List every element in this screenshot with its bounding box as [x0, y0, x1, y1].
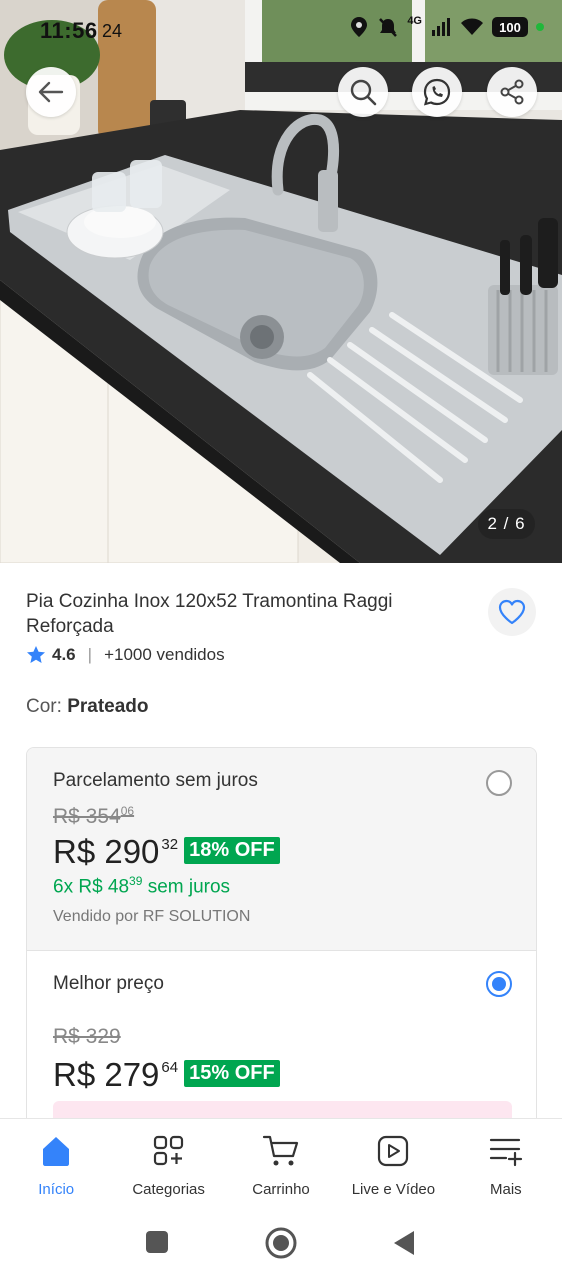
- share-icon: [500, 79, 524, 105]
- whatsapp-share-button[interactable]: [412, 67, 462, 117]
- product-title: Pia Cozinha Inox 120x52 Tramontina Raggi…: [26, 591, 393, 637]
- old-price: R$ 329: [53, 1025, 121, 1048]
- installments-text: 6x R$ 4839 sem juros: [53, 874, 231, 898]
- old-price: R$ 35406: [53, 804, 135, 828]
- nav-label: Mais: [489, 1181, 522, 1198]
- rating-row[interactable]: 4.6 | +1000 vendidos: [26, 645, 225, 665]
- nav-label: Início: [38, 1181, 75, 1198]
- location-icon: [351, 17, 368, 37]
- nav-categories[interactable]: Categorias: [112, 1119, 224, 1210]
- offer-title: Melhor preço: [53, 973, 164, 994]
- search-icon: [350, 79, 377, 106]
- wifi-icon: [461, 18, 483, 35]
- status-time: 11:56: [40, 18, 98, 43]
- recent-apps-button[interactable]: [145, 1230, 169, 1254]
- home-button[interactable]: [264, 1226, 298, 1260]
- status-bar: 11:56 24 4G 100: [0, 0, 562, 62]
- bottom-navigation: Início Categorias Carrinho Live e Vídeo …: [0, 1118, 562, 1210]
- heart-icon: [498, 599, 526, 625]
- current-price: R$ 290 32 18% OFF: [53, 834, 280, 870]
- offer-installments[interactable]: Parcelamento sem juros R$ 35406 R$ 290 3…: [27, 748, 536, 951]
- offer-radio[interactable]: [486, 770, 512, 796]
- home-icon: [43, 1137, 70, 1166]
- menu-plus-icon: [489, 1138, 522, 1167]
- nav-cart[interactable]: Carrinho: [225, 1119, 337, 1210]
- nav-label: Carrinho: [252, 1181, 310, 1198]
- nav-more[interactable]: Mais: [450, 1119, 562, 1210]
- discount-badge: 18% OFF: [184, 837, 280, 864]
- offers-card: Parcelamento sem juros R$ 35406 R$ 290 3…: [26, 747, 537, 1147]
- share-button[interactable]: [487, 67, 537, 117]
- back-arrow-icon: [38, 81, 64, 103]
- rating-value: 4.6: [52, 645, 76, 664]
- nav-label: Categorias: [132, 1181, 205, 1198]
- square-icon: [146, 1231, 168, 1253]
- color-value: Prateado: [67, 696, 149, 717]
- whatsapp-icon: [423, 78, 451, 106]
- back-button[interactable]: [26, 67, 76, 117]
- color-selector[interactable]: Cor: Prateado: [26, 696, 149, 718]
- play-video-icon: [378, 1135, 409, 1167]
- product-photo: [0, 0, 562, 563]
- product-image-carousel[interactable]: 11:56 24 4G 100 2 / 6: [0, 0, 562, 563]
- star-icon: [27, 646, 45, 663]
- current-price: R$ 279 64 15% OFF: [53, 1057, 280, 1093]
- back-system-button[interactable]: [392, 1230, 416, 1256]
- offer-radio-selected[interactable]: [486, 971, 512, 997]
- categories-icon: [153, 1135, 183, 1166]
- triangle-back-icon: [394, 1231, 414, 1255]
- sold-count: +1000 vendidos: [104, 645, 225, 664]
- offer-title: Parcelamento sem juros: [53, 770, 258, 791]
- circle-icon: [265, 1227, 297, 1259]
- nav-home[interactable]: Início: [0, 1119, 112, 1210]
- search-button[interactable]: [338, 67, 388, 117]
- battery-icon: 100: [492, 17, 528, 37]
- favorite-button[interactable]: [488, 588, 536, 636]
- network-type: 4G: [407, 15, 422, 27]
- signal-icon: [432, 18, 450, 36]
- color-label: Cor:: [26, 696, 62, 717]
- mute-icon: [379, 18, 398, 37]
- cart-icon: [262, 1135, 299, 1166]
- nav-label: Live e Vídeo: [351, 1181, 436, 1198]
- seller-name: Vendido por RF SOLUTION: [53, 908, 251, 925]
- privacy-indicator: [536, 23, 544, 31]
- status-date: 24: [102, 21, 123, 41]
- image-counter: 2 / 6: [478, 509, 535, 539]
- rating-separator: |: [87, 645, 93, 664]
- nav-live-video[interactable]: Live e Vídeo: [337, 1119, 449, 1210]
- discount-badge: 15% OFF: [184, 1060, 280, 1087]
- system-navigation-bar: [0, 1210, 562, 1280]
